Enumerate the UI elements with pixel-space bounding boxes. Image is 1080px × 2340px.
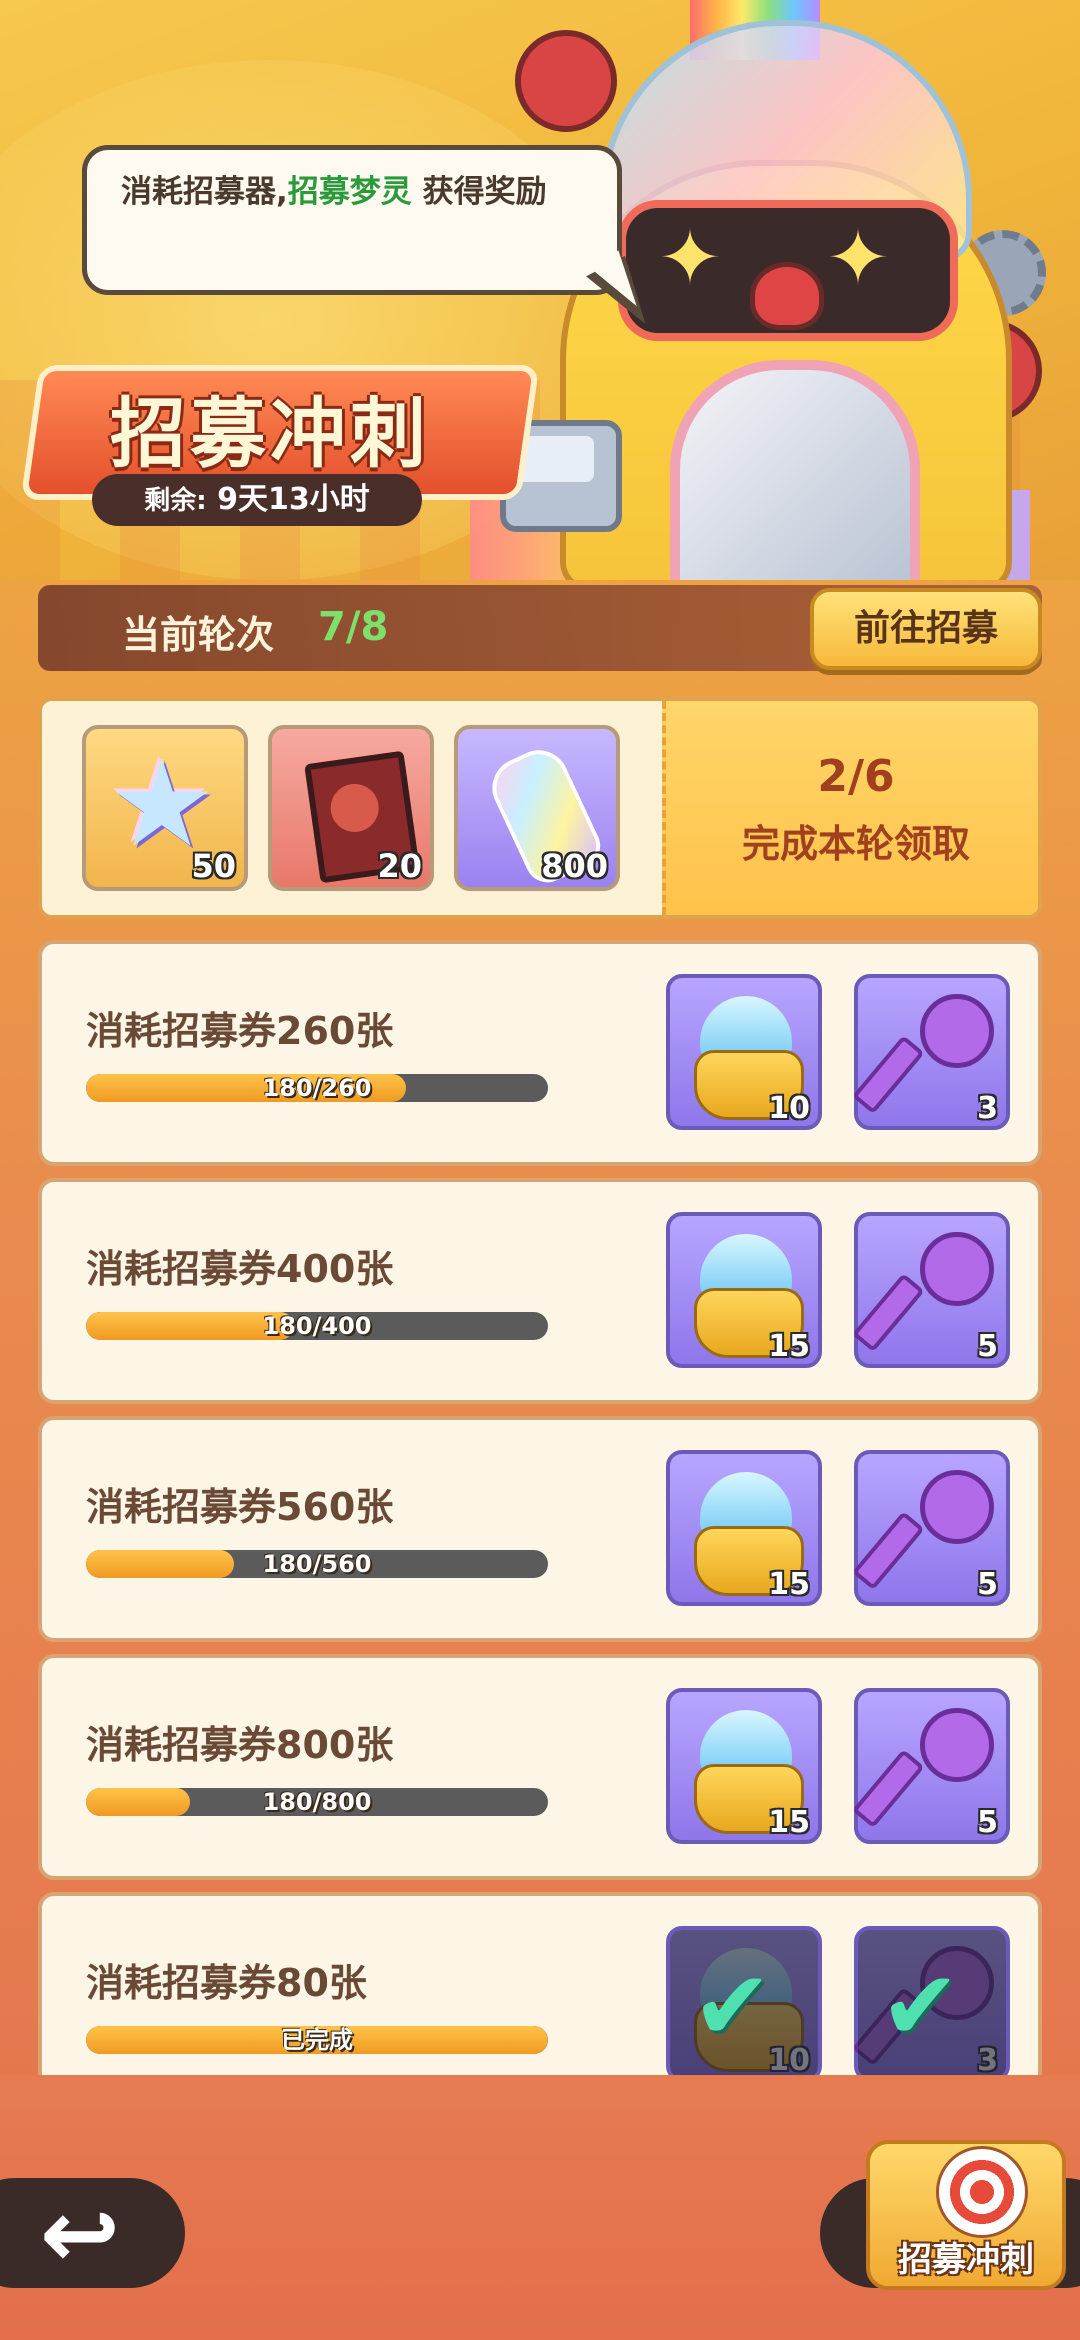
task-card: 消耗招募券560张 180/560 15 5 [38, 1416, 1042, 1642]
task-card: 消耗招募券800张 180/800 15 5 [38, 1654, 1042, 1880]
task-progress-text: 180/260 [262, 1074, 372, 1102]
back-arrow-icon[interactable]: ↩ [30, 2186, 130, 2282]
reward-count: 50 [191, 847, 236, 885]
task-description: 消耗招募券400张 [86, 1247, 394, 1291]
task-reward-item[interactable]: 10 [666, 974, 822, 1130]
task-progress-text: 180/400 [262, 1312, 372, 1340]
reward-count: 3 [977, 1091, 998, 1126]
reward-count: 800 [541, 847, 608, 885]
event-title: 招募冲刺 [110, 389, 430, 478]
reward-count: 5 [977, 1329, 998, 1364]
reward-item[interactable]: 800 [454, 725, 620, 891]
task-description: 消耗招募券80张 [86, 1961, 367, 2005]
remaining-time: 剩余: 9天13小时 [92, 474, 422, 526]
speech-text: 消耗招募器,招募梦灵 获得奖励 [121, 172, 583, 212]
purple-key-shaft [851, 1749, 925, 1829]
round-reward-panel: ★ 50 20 800 2/6 完成本轮领取 [38, 697, 1042, 919]
event-entry-label: 招募冲刺 [898, 2240, 1034, 2280]
purple-key-icon [920, 994, 994, 1068]
task-description: 消耗招募券260张 [86, 1009, 394, 1053]
speech-suffix: 获得奖励 [411, 174, 547, 210]
go-recruit-button[interactable]: 前往招募 [810, 588, 1042, 670]
task-progress-bar: 180/560 [86, 1550, 548, 1578]
purple-key-icon [920, 1232, 994, 1306]
task-progress-text: 180/800 [262, 1788, 372, 1816]
round-label: 当前轮次 [122, 613, 275, 657]
task-reward-item[interactable]: 15 [666, 1212, 822, 1368]
robot-mouth [750, 262, 824, 330]
purple-key-icon [920, 1708, 994, 1782]
task-description: 消耗招募券560张 [86, 1485, 394, 1529]
task-reward-item[interactable]: 3 [851, 974, 1010, 1130]
reward-count: 15 [768, 1805, 810, 1840]
robot-door [670, 360, 920, 580]
task-progress-text: 已完成 [281, 2026, 353, 2054]
task-card: 消耗招募券400张 180/400 15 5 [38, 1178, 1042, 1404]
purple-key-shaft [851, 1511, 925, 1591]
reward-count: 5 [977, 1567, 998, 1602]
reward-item[interactable]: ★ 50 [82, 725, 248, 891]
round-progress: 2/6 [817, 751, 895, 802]
task-description: 消耗招募券800张 [86, 1723, 394, 1767]
round-claim-hint: 完成本轮领取 [741, 822, 970, 866]
purple-key-shaft [851, 1035, 925, 1115]
task-progress-text: 180/560 [262, 1550, 372, 1578]
task-progress-bar: 180/400 [86, 1312, 548, 1340]
task-reward-item[interactable]: 5 [851, 1212, 1010, 1368]
remaining-value: 9天13小时 [217, 482, 370, 517]
checkmark-icon: ✔ [880, 1950, 961, 2062]
star-eye-icon: ✦ [826, 213, 890, 302]
task-reward-item[interactable]: 5 [851, 1450, 1010, 1606]
reward-count: 15 [768, 1567, 810, 1602]
target-dart-icon [936, 2146, 1028, 2238]
speech-prefix: 消耗招募器, [121, 174, 288, 210]
purple-key-shaft [851, 1273, 925, 1353]
reward-count: 10 [768, 1091, 810, 1126]
checkmark-icon: ✔ [692, 1950, 773, 2062]
task-reward-item: 10✔ [666, 1926, 822, 2082]
robot-claw-icon [515, 30, 617, 132]
reward-count: 5 [977, 1805, 998, 1840]
task-reward-item[interactable]: 5 [851, 1688, 1010, 1844]
speech-highlight: 招募梦灵 [287, 174, 412, 210]
round-value: 7/8 [318, 604, 389, 650]
reward-count: 20 [377, 847, 422, 885]
reward-count: 15 [768, 1329, 810, 1364]
task-progress-bar: 180/260 [86, 1074, 548, 1102]
remaining-label: 剩余: [144, 486, 207, 516]
task-progress-bar: 180/800 [86, 1788, 548, 1816]
star-eye-icon: ✦ [658, 213, 722, 302]
task-reward-item[interactable]: 15 [666, 1688, 822, 1844]
task-card: 消耗招募券260张 180/260 10 3 [38, 940, 1042, 1166]
task-reward-item: 3✔ [851, 1926, 1010, 2082]
reward-item[interactable]: 20 [268, 725, 434, 891]
speech-bubble: 消耗招募器,招募梦灵 获得奖励 [82, 145, 622, 295]
round-claim-area[interactable]: 2/6 完成本轮领取 [662, 701, 1038, 915]
task-reward-item[interactable]: 15 [666, 1450, 822, 1606]
purple-key-icon [920, 1470, 994, 1544]
task-progress-bar: 已完成 [86, 2026, 548, 2054]
